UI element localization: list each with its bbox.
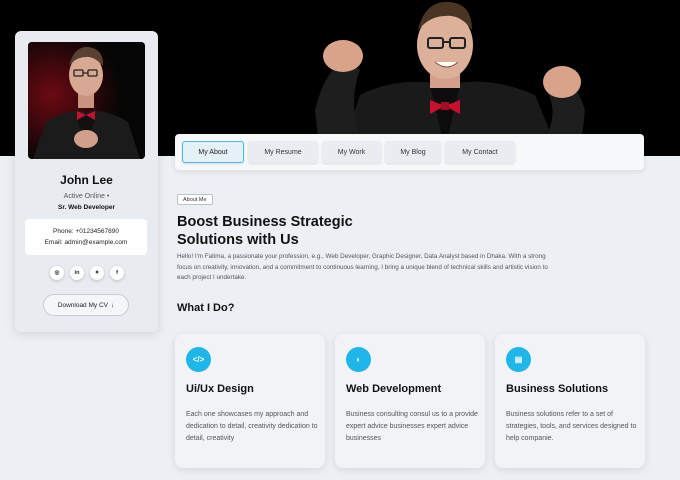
arrow-down-icon: ↓ (110, 301, 115, 309)
profile-card: John Lee Active Online • Sr. Web Develop… (15, 31, 158, 332)
code-icon: </> (186, 347, 211, 372)
social-links: ◎ in ✦ f (50, 266, 124, 280)
profile-name: John Lee (60, 173, 113, 187)
profile-role: Sr. Web Developer (58, 204, 115, 211)
briefcase-icon: ▤ (506, 347, 531, 372)
tab-my-work[interactable]: My Work (322, 141, 381, 163)
service-description: Business consulting consul us to a provi… (346, 411, 478, 442)
service-card-web-dev[interactable]: ◐ Web Development Business consulting co… (335, 334, 485, 468)
tab-my-contact[interactable]: My Contact (445, 141, 515, 163)
download-cv-label: Download My CV (57, 301, 108, 309)
profile-photo (28, 42, 145, 159)
intro-text: Hello! I'm Fatima, a passionate your pro… (177, 253, 548, 281)
service-title: Web Development (346, 383, 442, 395)
tab-my-resume[interactable]: My Resume (248, 141, 318, 163)
hero-portrait-image (315, 1, 585, 156)
tab-my-blog[interactable]: My Blog (385, 141, 441, 163)
tab-my-about[interactable]: My About (182, 141, 244, 163)
service-description: Business solutions refer to a set of str… (506, 411, 637, 442)
headline-line-1: Boost Business Strategic (177, 214, 353, 230)
service-card-business[interactable]: ▤ Business Solutions Business solutions … (495, 334, 645, 468)
service-title: Ui/Ux Design (186, 383, 254, 395)
download-cv-button[interactable]: Download My CV ↓ (43, 294, 129, 316)
palette-icon: ◐ (346, 347, 371, 372)
service-description: Each one showcases my approach and dedic… (186, 411, 318, 442)
about-badge: About Me (177, 194, 213, 205)
online-status: Active Online • (63, 193, 110, 200)
main-nav: My About My Resume My Work My Blog My Co… (175, 134, 644, 170)
headline-line-2: Solutions with Us (177, 232, 299, 248)
contact-phone: Phone: +01234567890 (53, 228, 119, 235)
contact-email: Email: admin@example.com (44, 239, 128, 246)
service-title: Business Solutions (506, 383, 609, 395)
linkedin-icon[interactable]: in (70, 266, 84, 280)
service-card-uiux[interactable]: </> Ui/Ux Design Each one showcases my a… (175, 334, 325, 468)
services-title: What I Do? (177, 302, 235, 314)
twitter-icon[interactable]: ✦ (90, 266, 104, 280)
facebook-icon[interactable]: f (110, 266, 124, 280)
page-headline: Boost Business Strategic Solutions with … (177, 213, 437, 249)
profile-portrait-image (28, 42, 145, 159)
instagram-icon[interactable]: ◎ (50, 266, 64, 280)
contact-box: Phone: +01234567890 Email: admin@example… (25, 219, 147, 255)
